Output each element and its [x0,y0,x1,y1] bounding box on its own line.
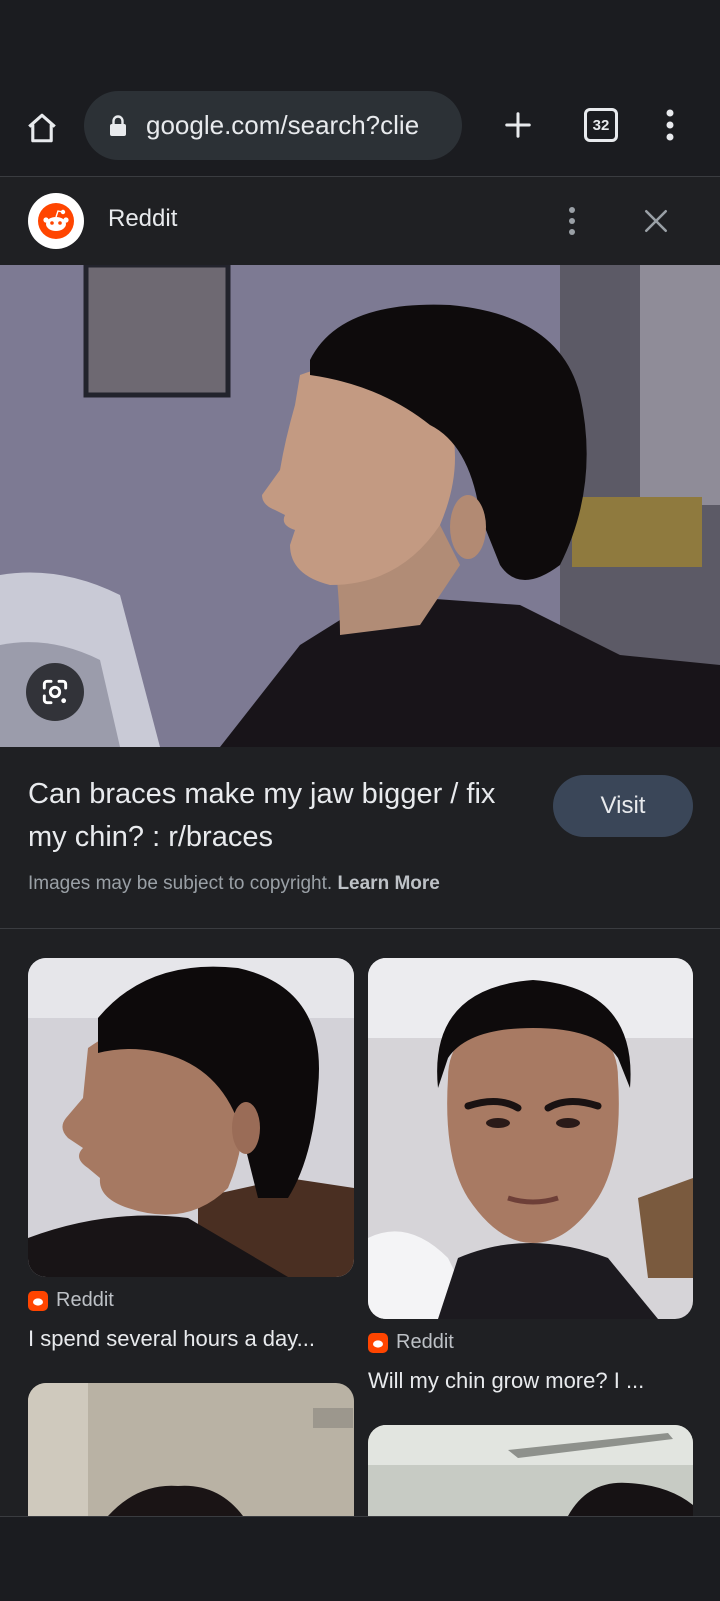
url-text: google.com/search?clie [146,110,420,140]
divider [0,928,720,929]
source-name[interactable]: Reddit [108,205,177,233]
new-tab-button[interactable] [496,103,540,147]
related-source-label: Reddit [396,1331,454,1353]
reddit-icon [28,193,84,249]
copyright-notice: Images may be subject to copyright. Lear… [28,873,440,895]
browser-menu-button[interactable] [648,103,692,147]
related-source-1: Reddit [28,1289,114,1312]
related-photo-2 [368,958,693,1319]
source-header: Reddit [0,177,720,265]
related-image-3[interactable] [28,1383,354,1516]
close-icon [644,209,668,233]
reddit-icon [368,1332,388,1353]
learn-more-link[interactable]: Learn More [337,873,439,894]
related-source-2: Reddit [368,1331,454,1354]
related-source-label: Reddit [56,1289,114,1311]
tab-switcher-button[interactable]: 32 [579,103,623,147]
related-image-1[interactable] [28,958,354,1277]
home-button[interactable] [22,108,62,148]
main-image[interactable] [0,265,720,747]
more-vert-icon [666,109,674,141]
related-photo-1 [28,958,354,1277]
google-lens-button[interactable] [26,663,84,721]
address-bar[interactable]: google.com/search?clie [84,91,462,160]
result-title[interactable]: Can braces make my jaw bigger / fix my c… [28,773,528,859]
reddit-icon [28,1290,48,1311]
more-options-button[interactable] [552,199,592,243]
copyright-text: Images may be subject to copyright. [28,873,333,894]
status-bar [0,0,720,86]
related-photo-4 [368,1425,693,1516]
portrait-photo [0,265,720,747]
related-image-2[interactable] [368,958,693,1319]
related-caption-1[interactable]: I spend several hours a day... [28,1326,348,1352]
related-caption-2[interactable]: Will my chin grow more? I ... [368,1368,688,1394]
browser-toolbar: google.com/search?clie 32 [0,86,720,177]
google-lens-icon [42,679,68,705]
close-button[interactable] [634,199,678,243]
visit-button[interactable]: Visit [553,775,693,837]
related-photo-3 [28,1383,354,1516]
related-image-4[interactable] [368,1425,693,1516]
more-vert-icon [569,207,575,235]
plus-icon [505,112,531,138]
bottom-bar [0,1516,720,1601]
lock-icon [106,114,130,138]
home-icon [28,113,56,143]
tab-count: 32 [584,108,618,142]
